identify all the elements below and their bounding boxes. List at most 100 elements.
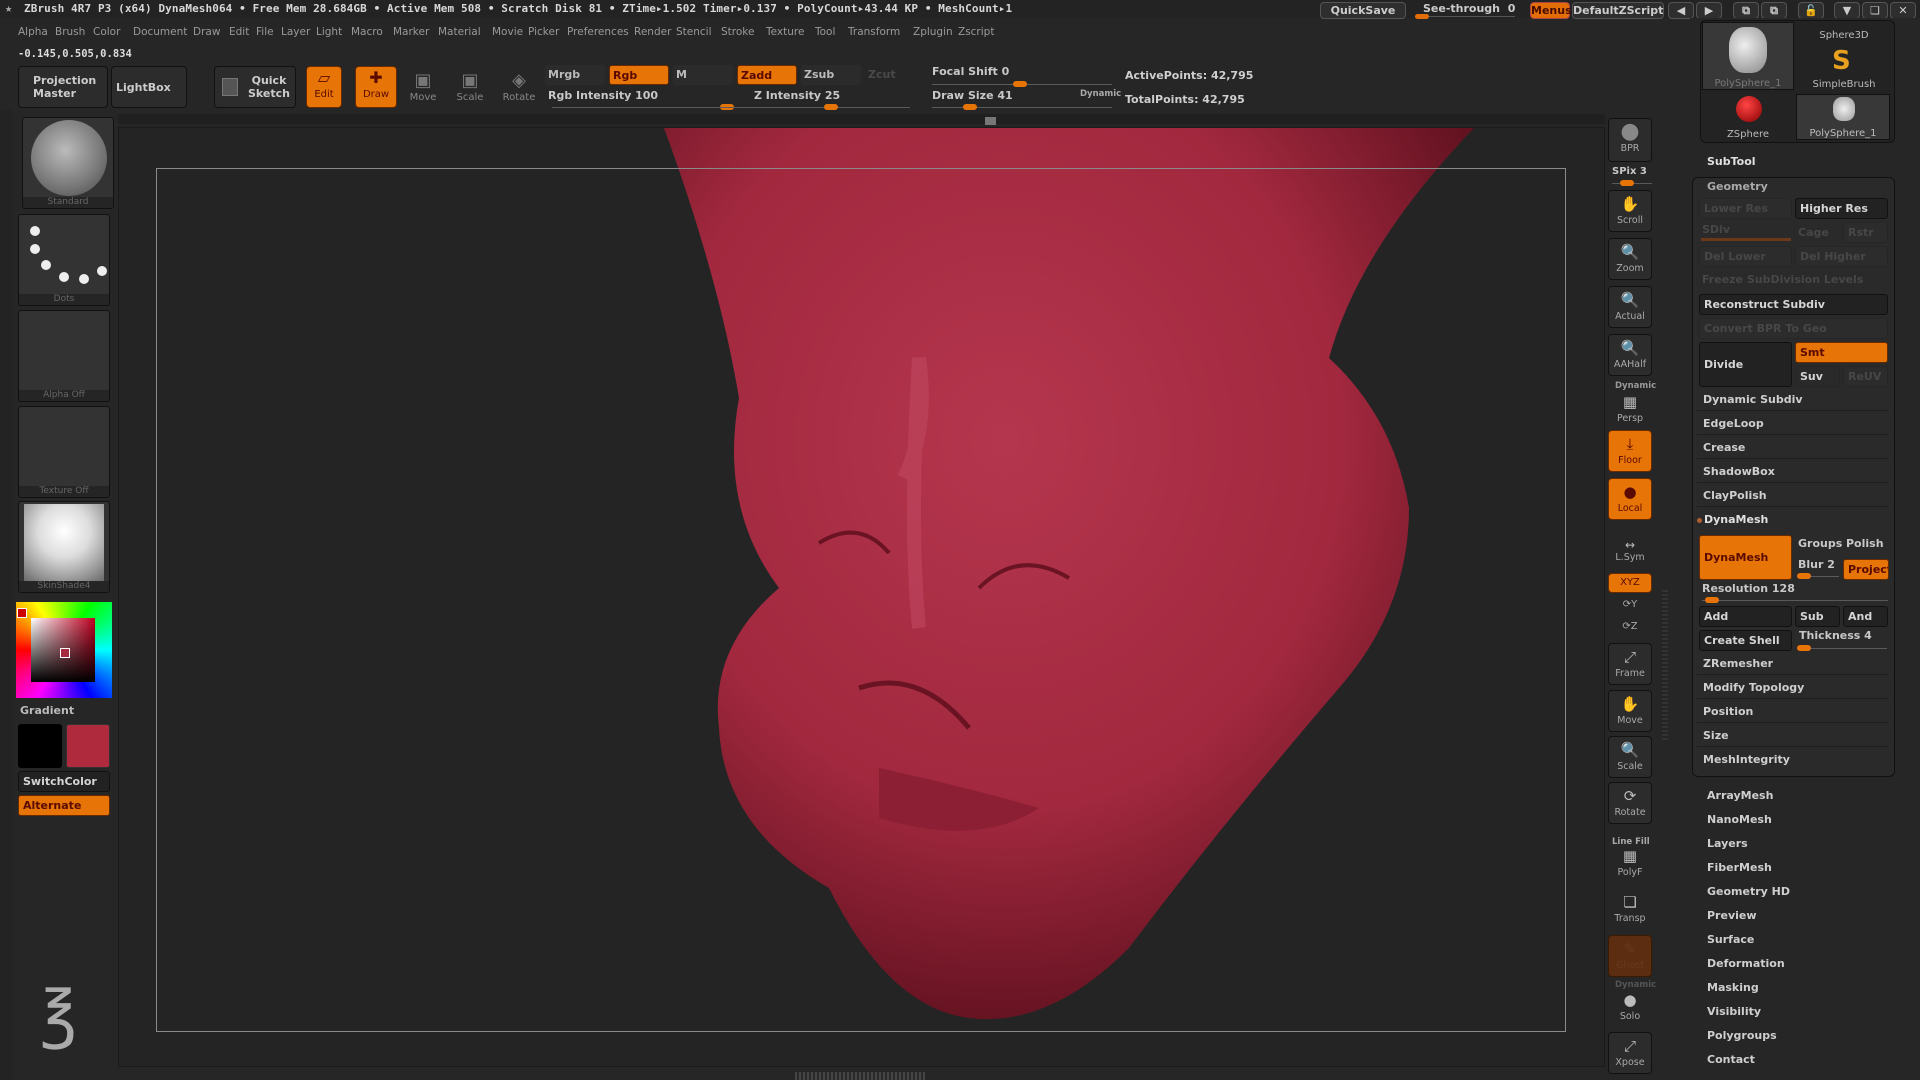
- subpalette-masking[interactable]: Masking: [1707, 981, 1759, 994]
- focal-shift-knob[interactable]: [1013, 81, 1027, 87]
- draw-size-knob[interactable]: [963, 104, 977, 110]
- tool-slot-zsphere[interactable]: ZSphere: [1702, 94, 1794, 140]
- close-icon[interactable]: ✕: [1890, 2, 1916, 19]
- suv-toggle[interactable]: Suv: [1795, 366, 1840, 387]
- ruler-handle[interactable]: [985, 117, 996, 125]
- scroll-right-icon[interactable]: ▶: [1696, 2, 1722, 19]
- solo-button[interactable]: ● Solo: [1608, 986, 1652, 1028]
- resolution-slider[interactable]: [1702, 600, 1888, 601]
- zadd-toggle[interactable]: Zadd: [737, 65, 797, 85]
- tool-slot-simplebrush[interactable]: S SimpleBrush: [1798, 46, 1890, 90]
- rgb-toggle[interactable]: Rgb: [609, 65, 669, 85]
- lightbox-button[interactable]: LightBox: [111, 66, 187, 108]
- claypolish-section[interactable]: ClayPolish: [1697, 485, 1889, 507]
- mrgb-toggle[interactable]: Mrgb: [545, 65, 605, 85]
- menu-light[interactable]: Light: [316, 26, 342, 38]
- geometry-header[interactable]: Geometry: [1707, 180, 1768, 193]
- color-marker[interactable]: [60, 648, 70, 658]
- actual-button[interactable]: 🔍 Actual: [1608, 286, 1652, 328]
- scroll-button[interactable]: ✋ Scroll: [1608, 190, 1652, 232]
- alternate-button[interactable]: Alternate: [18, 795, 110, 816]
- floor-button[interactable]: ⤓ Floor: [1608, 430, 1652, 472]
- switch-color-button[interactable]: SwitchColor: [18, 771, 110, 792]
- zoom-button[interactable]: 🔍 Zoom: [1608, 238, 1652, 280]
- quick-sketch-button[interactable]: Quick Sketch: [214, 66, 296, 108]
- subpalette-contact[interactable]: Contact: [1707, 1053, 1755, 1066]
- dynamesh-header[interactable]: DynaMesh: [1704, 513, 1768, 526]
- menu-preferences[interactable]: Preferences: [567, 26, 629, 38]
- color-picker[interactable]: [16, 602, 112, 698]
- z-intensity-knob[interactable]: [824, 104, 838, 110]
- position-section[interactable]: Position: [1697, 701, 1889, 723]
- material-thumbnail[interactable]: SkinShade4: [18, 501, 110, 593]
- subpalette-fibermesh[interactable]: FiberMesh: [1707, 861, 1772, 874]
- subpalette-deformation[interactable]: Deformation: [1707, 957, 1785, 970]
- blur-knob[interactable]: [1797, 573, 1811, 579]
- rotate-z-button[interactable]: ⟳Z: [1608, 620, 1652, 638]
- dynamesh-button[interactable]: DynaMesh: [1699, 535, 1792, 580]
- bpr-button[interactable]: ● BPR: [1608, 118, 1652, 162]
- scale-button[interactable]: ▣ Scale: [452, 70, 488, 103]
- resolution-knob[interactable]: [1705, 597, 1719, 603]
- layout-prev-icon[interactable]: ⧉: [1733, 2, 1759, 19]
- menu-zplugin[interactable]: Zplugin: [913, 26, 953, 38]
- move-view-button[interactable]: ✋ Move: [1608, 690, 1652, 732]
- divide-button[interactable]: Divide: [1699, 342, 1792, 387]
- scale-view-button[interactable]: 🔍 Scale: [1608, 736, 1652, 778]
- meshintegrity-section[interactable]: MeshIntegrity: [1697, 749, 1889, 771]
- create-shell-button[interactable]: Create Shell: [1699, 630, 1792, 651]
- size-section[interactable]: Size: [1697, 725, 1889, 747]
- edit-button[interactable]: ▱ Edit: [306, 66, 342, 108]
- del-higher-button[interactable]: Del Higher: [1795, 246, 1888, 267]
- polish-toggle[interactable]: Polish: [1846, 537, 1884, 550]
- sub-button[interactable]: Sub: [1795, 606, 1840, 627]
- cage-button[interactable]: Cage: [1798, 226, 1829, 239]
- subpalette-preview[interactable]: Preview: [1707, 909, 1757, 922]
- subpalette-arraymesh[interactable]: ArrayMesh: [1707, 789, 1773, 802]
- and-button[interactable]: And: [1843, 606, 1888, 627]
- frame-button[interactable]: ⤢ Frame: [1608, 643, 1652, 685]
- rstr-button[interactable]: Rstr: [1843, 222, 1888, 243]
- higher-res-button[interactable]: Higher Res: [1795, 198, 1888, 219]
- zremesher-section[interactable]: ZRemesher: [1697, 653, 1889, 675]
- menu-picker[interactable]: Picker: [528, 26, 559, 38]
- shadowbox-section[interactable]: ShadowBox: [1697, 461, 1889, 483]
- thickness-knob[interactable]: [1797, 645, 1811, 651]
- menu-tool[interactable]: Tool: [815, 26, 835, 38]
- see-through-label[interactable]: See-through 0: [1423, 2, 1515, 15]
- transp-button[interactable]: ❏ Transp: [1608, 888, 1652, 930]
- menu-color[interactable]: Color: [93, 26, 120, 38]
- dynamic-toggle[interactable]: Dynamic: [1080, 89, 1121, 99]
- tool-slot-polysphere-current[interactable]: PolySphere_1: [1796, 94, 1890, 140]
- texture-thumbnail[interactable]: Texture Off: [18, 406, 110, 498]
- rotate-view-button[interactable]: ⟳ Rotate: [1608, 782, 1652, 824]
- edgeloop-section[interactable]: EdgeLoop: [1697, 413, 1889, 435]
- menu-draw[interactable]: Draw: [193, 26, 220, 38]
- subtool-header[interactable]: SubTool: [1707, 155, 1756, 168]
- subpalette-geometry-hd[interactable]: Geometry HD: [1707, 885, 1790, 898]
- menu-texture[interactable]: Texture: [766, 26, 804, 38]
- alpha-thumbnail[interactable]: Alpha Off: [18, 310, 110, 402]
- menu-transform[interactable]: Transform: [848, 26, 900, 38]
- see-through-slider[interactable]: [1415, 16, 1515, 17]
- menu-document[interactable]: Document: [133, 26, 187, 38]
- groups-toggle[interactable]: Groups: [1798, 537, 1842, 550]
- menu-render[interactable]: Render: [634, 26, 671, 38]
- subpalette-surface[interactable]: Surface: [1707, 933, 1754, 946]
- menu-movie[interactable]: Movie: [492, 26, 523, 38]
- reuv-button[interactable]: ReUV: [1843, 366, 1888, 387]
- menu-macro[interactable]: Macro: [351, 26, 383, 38]
- sdiv-slider[interactable]: [1701, 238, 1791, 241]
- scroll-left-icon[interactable]: ◀: [1668, 2, 1694, 19]
- project-toggle[interactable]: Project: [1843, 559, 1889, 580]
- xpose-button[interactable]: ⤢ Xpose: [1608, 1032, 1652, 1074]
- unlock-icon[interactable]: 🔓: [1798, 2, 1824, 19]
- menu-stroke[interactable]: Stroke: [721, 26, 754, 38]
- z-intensity-slider[interactable]: [690, 107, 910, 108]
- menu-alpha[interactable]: Alpha: [18, 26, 48, 38]
- draw-button[interactable]: ✚ Draw: [355, 66, 397, 108]
- tool-slot-polysphere[interactable]: PolySphere_1: [1702, 22, 1794, 90]
- menu-edit[interactable]: Edit: [229, 26, 249, 38]
- convert-bpr-button[interactable]: Convert BPR To Geo: [1699, 318, 1888, 339]
- smt-toggle[interactable]: Smt: [1795, 342, 1888, 363]
